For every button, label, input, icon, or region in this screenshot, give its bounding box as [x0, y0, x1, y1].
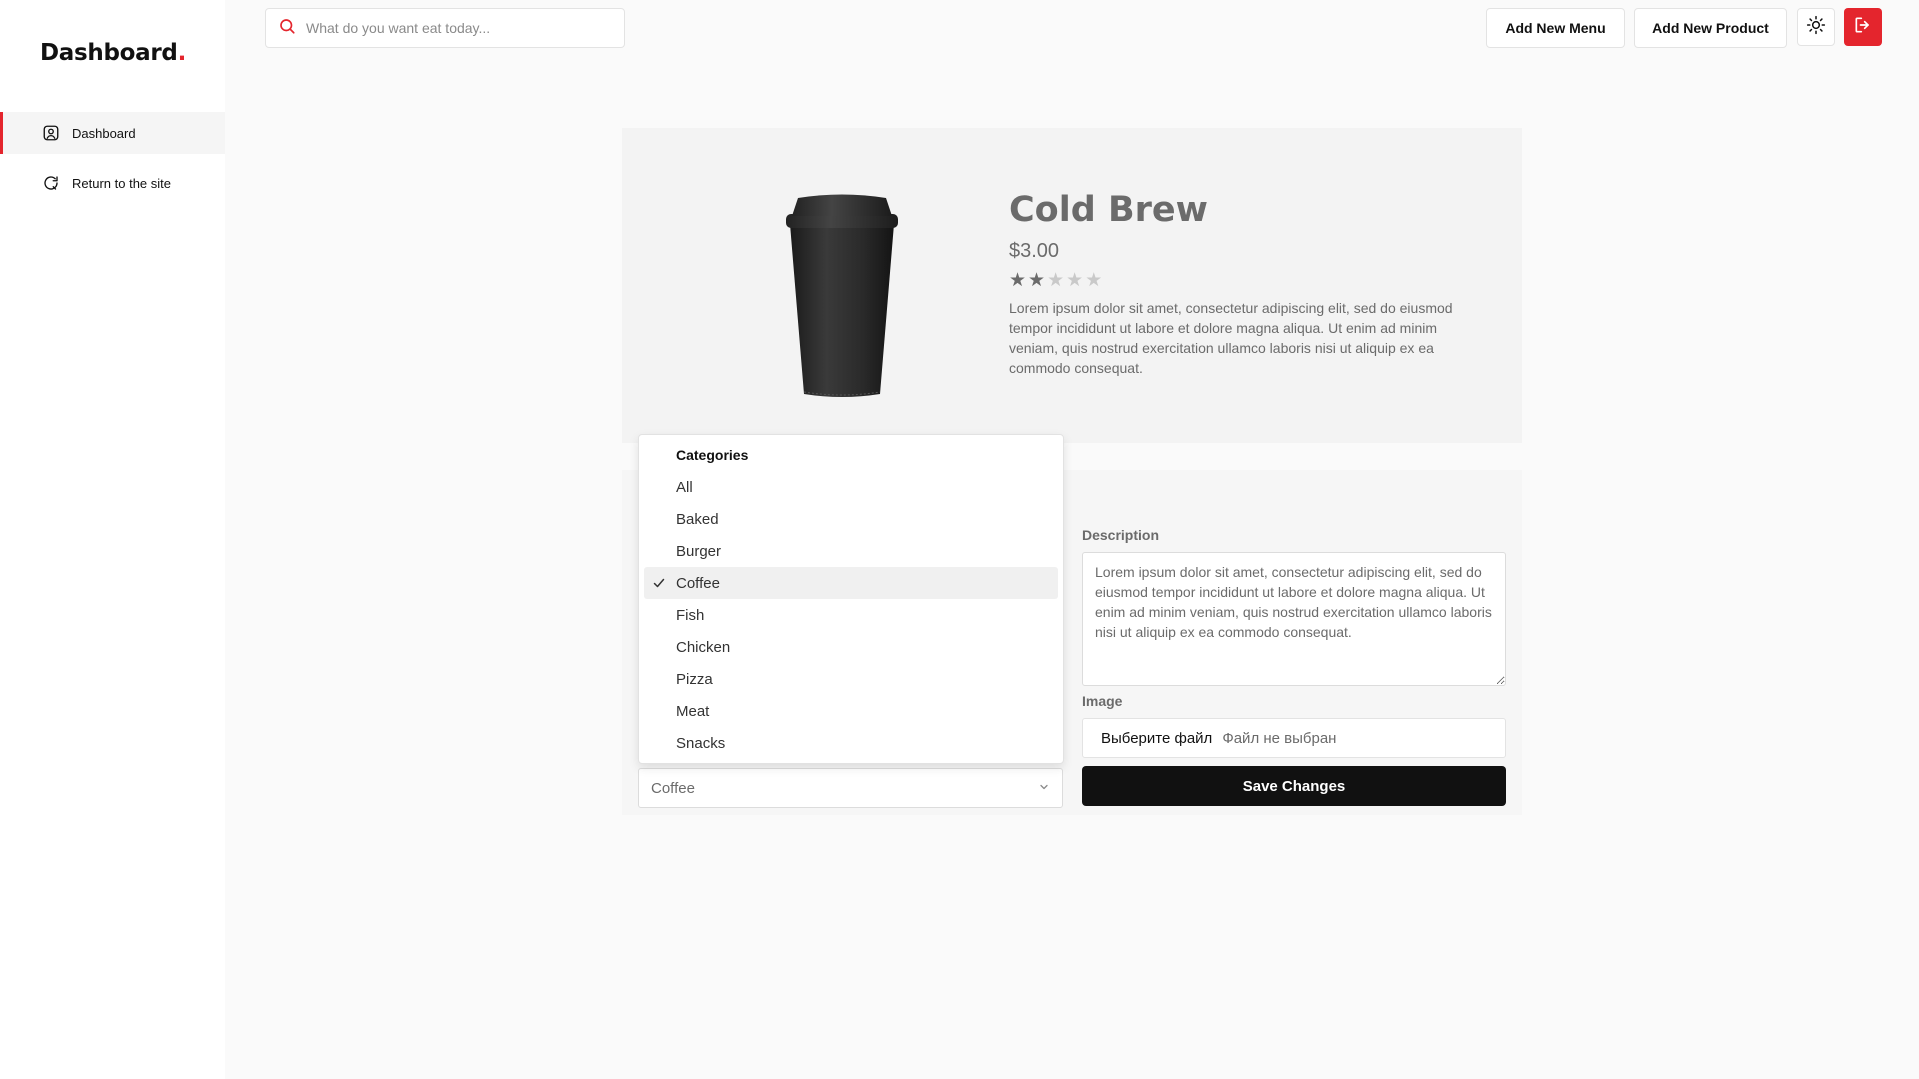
option-label: Pizza	[676, 670, 713, 688]
choose-file-button[interactable]: Выберите файл	[1101, 730, 1212, 747]
option-label: Burger	[676, 542, 722, 560]
category-option-coffee[interactable]: Coffee	[644, 567, 1058, 599]
brand-logo[interactable]: Dashboard.	[40, 40, 186, 66]
sidebar-item-label: Dashboard	[72, 125, 136, 141]
category-dropdown: Categories All Baked Burger Coffee Fish Chick…	[638, 434, 1064, 764]
option-label: Chicken	[676, 638, 731, 656]
option-label: Snacks	[676, 734, 726, 752]
brand-dot: .	[177, 40, 187, 66]
description-label: Description	[1082, 527, 1160, 543]
star-filled-icon: ★	[1009, 270, 1027, 291]
option-label: Fish	[676, 606, 705, 624]
search-bar[interactable]	[265, 8, 625, 48]
category-option-fish[interactable]: Fish	[644, 599, 1058, 631]
star-filled-icon: ★	[1028, 270, 1046, 291]
category-select-value: Coffee	[651, 779, 695, 797]
category-option-baked[interactable]: Baked	[644, 503, 1058, 535]
search-input[interactable]	[306, 20, 606, 36]
product-title: Cold Brew	[1009, 190, 1208, 230]
star-empty-icon: ★	[1047, 270, 1065, 291]
theme-toggle-button[interactable]	[1797, 8, 1835, 46]
search-icon	[278, 17, 296, 40]
category-option-burger[interactable]: Burger	[644, 535, 1058, 567]
product-price: $3.00	[1009, 240, 1060, 262]
save-changes-button[interactable]: Save Changes	[1082, 766, 1506, 806]
add-new-menu-button[interactable]: Add New Menu	[1486, 8, 1625, 48]
category-option-snacks[interactable]: Snacks	[644, 727, 1058, 759]
check-icon	[653, 578, 665, 588]
brand-name: Dashboard	[40, 40, 178, 66]
dropdown-header: Categories	[676, 447, 749, 463]
product-rating: ★ ★ ★ ★ ★	[1009, 271, 1102, 291]
sidebar-item-return[interactable]: Return to the site	[0, 162, 225, 204]
user-icon	[42, 124, 60, 142]
star-empty-icon: ★	[1066, 270, 1084, 291]
chevron-down-icon	[1038, 780, 1050, 797]
category-option-meat[interactable]: Meat	[644, 695, 1058, 727]
sun-icon	[1806, 15, 1826, 40]
product-image	[762, 188, 922, 403]
star-empty-icon: ★	[1085, 270, 1103, 291]
description-field[interactable]: Lorem ipsum dolor sit amet, consectetur …	[1082, 552, 1506, 686]
category-option-all[interactable]: All	[644, 471, 1058, 503]
category-option-chicken[interactable]: Chicken	[644, 631, 1058, 663]
image-file-input[interactable]: Выберите файл Файл не выбран	[1082, 718, 1506, 758]
option-label: Meat	[676, 702, 710, 720]
sidebar: Dashboard. Dashboard Return to the site	[0, 0, 225, 1079]
logout-icon	[1853, 15, 1873, 40]
product-preview-card: Cold Brew $3.00 ★ ★ ★ ★ ★ Lorem ipsum dolor …	[622, 128, 1522, 443]
file-status: Файл не выбран	[1222, 729, 1337, 747]
image-label: Image	[1082, 693, 1123, 709]
option-label: All	[676, 478, 693, 496]
refresh-icon	[42, 174, 60, 192]
logout-button[interactable]	[1844, 8, 1882, 46]
category-select[interactable]: Coffee	[638, 768, 1063, 808]
option-label: Baked	[676, 510, 719, 528]
option-label: Coffee	[676, 574, 720, 592]
category-option-pizza[interactable]: Pizza	[644, 663, 1058, 695]
add-new-product-button[interactable]: Add New Product	[1634, 8, 1787, 48]
sidebar-item-label: Return to the site	[72, 175, 171, 191]
product-description: Lorem ipsum dolor sit amet, consectetur …	[1009, 300, 1453, 376]
sidebar-item-dashboard[interactable]: Dashboard	[0, 112, 225, 154]
